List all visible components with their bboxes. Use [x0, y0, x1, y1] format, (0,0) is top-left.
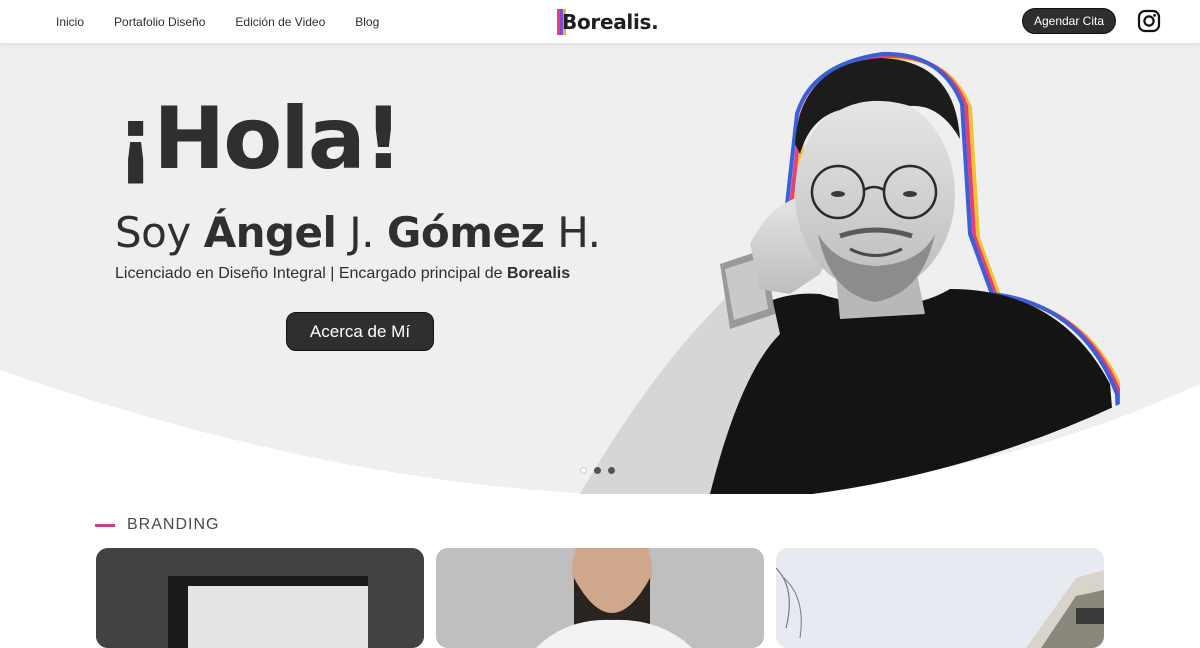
hero-slider: ¡Hola! Soy Ángel J. Gómez H. Licenciado …	[0, 44, 1200, 494]
branding-card-1[interactable]	[96, 548, 424, 648]
section-accent-bar	[95, 523, 115, 527]
subtitle-prefix: Soy	[115, 208, 204, 257]
instagram-icon[interactable]	[1137, 9, 1161, 33]
site-logo[interactable]: Borealis.	[557, 8, 659, 36]
branding-image-3	[776, 548, 1104, 648]
nav-inicio[interactable]: Inicio	[56, 15, 84, 29]
logo-text: Borealis.	[562, 10, 659, 34]
slider-dot-3[interactable]	[608, 467, 615, 474]
nav-edicion-de-video[interactable]: Edición de Video	[235, 15, 325, 29]
branding-label: BRANDING	[127, 516, 220, 533]
hero-tagline: Licenciado en Diseño Integral | Encargad…	[115, 265, 570, 283]
branding-heading: BRANDING	[95, 516, 219, 534]
nav-portafolio-diseno[interactable]: Portafolio Diseño	[114, 15, 205, 29]
hero-portrait-image	[580, 51, 1120, 494]
slider-dots	[580, 467, 615, 474]
slider-dot-2[interactable]	[594, 467, 601, 474]
slider-dot-1[interactable]	[580, 467, 587, 474]
branding-image-2	[436, 548, 764, 648]
agendar-cita-button[interactable]: Agendar Cita	[1022, 8, 1116, 34]
branding-card-3[interactable]	[776, 548, 1104, 648]
nav-blog[interactable]: Blog	[355, 15, 379, 29]
subtitle-middle: J.	[336, 208, 387, 257]
branding-image-1	[96, 548, 424, 648]
acerca-de-mi-button[interactable]: Acerca de Mí	[286, 312, 434, 351]
site-header: Inicio Portafolio Diseño Edición de Vide…	[0, 0, 1200, 44]
hero-title: ¡Hola!	[116, 89, 403, 189]
main-nav: Inicio Portafolio Diseño Edición de Vide…	[56, 0, 379, 44]
subtitle-first-name: Ángel	[203, 208, 337, 257]
branding-card-2[interactable]	[436, 548, 764, 648]
tagline-text: Licenciado en Diseño Integral | Encargad…	[115, 265, 507, 282]
